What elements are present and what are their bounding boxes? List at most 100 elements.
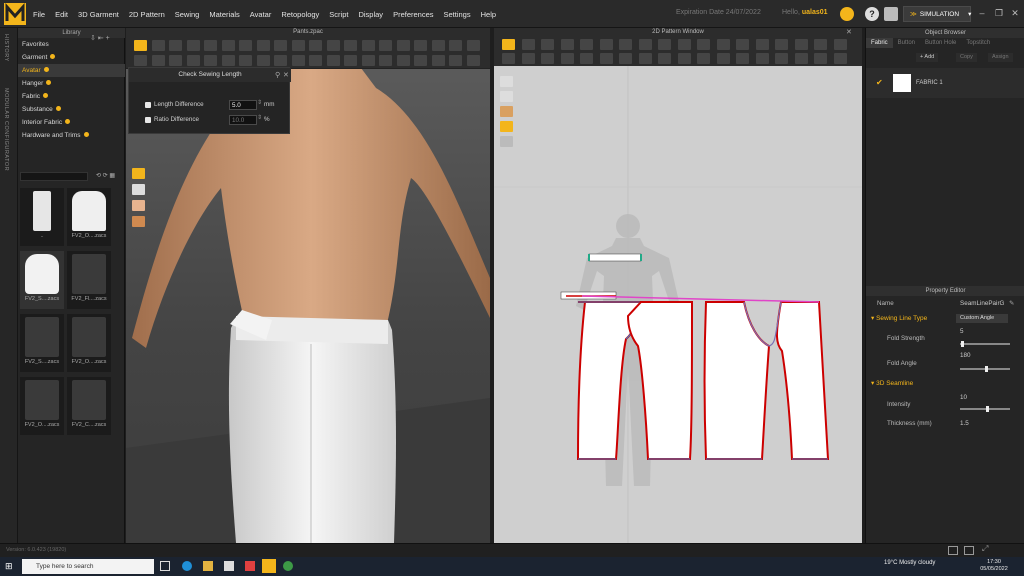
- toolbar-tool-icon[interactable]: [221, 40, 235, 51]
- library-thumbnail[interactable]: FV2_Fl....zacs: [67, 251, 111, 309]
- toolbar-tool-icon[interactable]: [414, 40, 427, 51]
- toolbar-tool-icon[interactable]: [541, 39, 554, 50]
- pattern-display-icon[interactable]: [500, 136, 513, 147]
- app-icon-2[interactable]: [245, 561, 255, 571]
- library-thumbnail[interactable]: FV2_O....zacs: [67, 188, 111, 246]
- ratio-stepper-icon[interactable]: ⇕: [257, 114, 262, 121]
- fold-strength-knob[interactable]: [961, 341, 964, 347]
- menu-item-settings[interactable]: Settings: [439, 10, 476, 19]
- library-thumbnail[interactable]: FV2_S....zacs: [20, 251, 64, 309]
- menu-item-2d-pattern[interactable]: 2D Pattern: [124, 10, 170, 19]
- menu-item-materials[interactable]: Materials: [204, 10, 244, 19]
- toolbar-tool-icon[interactable]: [677, 53, 691, 64]
- toolbar-tool-icon[interactable]: [169, 55, 182, 66]
- toolbar-tool-icon[interactable]: [239, 40, 252, 51]
- library-search-input[interactable]: [20, 172, 88, 181]
- toolbar-tool-icon[interactable]: [833, 53, 847, 64]
- clo-taskbar-icon[interactable]: [262, 559, 276, 573]
- toolbar-tool-icon[interactable]: [736, 53, 749, 64]
- seam-name-value[interactable]: SeamLinePairG: [960, 298, 1004, 310]
- toolbar-tool-icon[interactable]: [414, 55, 427, 66]
- toolbar-tool-icon[interactable]: [134, 55, 147, 66]
- library-thumbnail[interactable]: ..: [20, 188, 64, 246]
- pattern-window-2d[interactable]: 2D Pattern Window ✕: [494, 28, 862, 543]
- pattern-canvas[interactable]: [494, 66, 862, 543]
- toolbar-tool-icon[interactable]: [833, 39, 847, 50]
- toolbar-tool-icon[interactable]: [599, 53, 613, 64]
- toolbar-tool-icon[interactable]: [794, 39, 808, 50]
- simulation-button[interactable]: ≫ SIMULATION ▾: [903, 6, 971, 22]
- toolbar-tool-icon[interactable]: [449, 55, 462, 66]
- thickness-value[interactable]: 1.5: [960, 418, 969, 430]
- clo-logo-icon[interactable]: [4, 3, 26, 25]
- transform-pattern-icon[interactable]: [500, 91, 513, 102]
- library-item-favorites[interactable]: Favorites: [18, 38, 125, 51]
- menu-item-script[interactable]: Script: [324, 10, 353, 19]
- fold-angle-knob[interactable]: [985, 366, 988, 372]
- sewing-type-select[interactable]: Custom Angle: [956, 314, 1008, 323]
- library-item-hardware-and-trims[interactable]: Hardware and Trims: [18, 129, 125, 142]
- edit-icon[interactable]: ✎: [1009, 298, 1014, 310]
- toolbar-tool-icon[interactable]: [638, 53, 652, 64]
- fabric-display-icon[interactable]: [132, 216, 145, 227]
- layout-single-icon[interactable]: [948, 546, 958, 555]
- toolbar-tool-icon[interactable]: [755, 39, 769, 50]
- toolbar-tool-icon[interactable]: [204, 55, 217, 66]
- library-item-fabric[interactable]: Fabric: [18, 90, 125, 103]
- file-explorer-icon[interactable]: [203, 561, 213, 571]
- toolbar-tool-icon[interactable]: [466, 40, 480, 51]
- toolbar-tool-icon[interactable]: [274, 40, 287, 51]
- seamline-3d-section[interactable]: ▾ 3D Seamline: [866, 378, 1024, 390]
- tab-topstitch[interactable]: Topstitch: [961, 38, 995, 48]
- library-item-substance[interactable]: Substance: [18, 103, 125, 116]
- toolbar-tool-icon[interactable]: [186, 55, 200, 66]
- toolbar-tool-icon[interactable]: [716, 39, 730, 50]
- toolbar-tool-icon[interactable]: [326, 40, 340, 51]
- tab-button[interactable]: Button: [893, 38, 920, 48]
- menu-item-help[interactable]: Help: [476, 10, 501, 19]
- toolbar-tool-icon[interactable]: [502, 39, 515, 50]
- length-difference-checkbox[interactable]: [145, 102, 151, 108]
- library-thumbnail[interactable]: FV2_O....zacs: [20, 377, 64, 435]
- pattern-window-close-icon[interactable]: ✕: [846, 28, 852, 36]
- menu-item-preferences[interactable]: Preferences: [388, 10, 438, 19]
- toolbar-tool-icon[interactable]: [291, 55, 305, 66]
- toolbar-tool-icon[interactable]: [521, 39, 535, 50]
- toolbar-tool-icon[interactable]: [396, 55, 410, 66]
- add-fabric-button[interactable]: + Add: [916, 53, 939, 62]
- toolbar-tool-icon[interactable]: [204, 40, 217, 51]
- intensity-slider[interactable]: [960, 408, 1010, 410]
- library-item-hanger[interactable]: Hanger: [18, 77, 125, 90]
- toolbar-tool-icon[interactable]: [658, 53, 671, 64]
- toolbar-tool-icon[interactable]: [169, 40, 182, 51]
- copy-fabric-button[interactable]: Copy: [956, 53, 977, 62]
- tab-button-hole[interactable]: Button Hole: [920, 38, 961, 48]
- toolbar-tool-icon[interactable]: [619, 39, 632, 50]
- toolbar-tool-icon[interactable]: [716, 53, 730, 64]
- toolbar-tool-icon[interactable]: [580, 53, 593, 64]
- menu-item-file[interactable]: File: [28, 10, 50, 19]
- length-difference-input[interactable]: 5.0: [229, 100, 257, 110]
- ratio-difference-input[interactable]: 10.0: [229, 115, 257, 125]
- task-view-icon[interactable]: [160, 561, 170, 571]
- toolbar-tool-icon[interactable]: [697, 53, 710, 64]
- assign-fabric-button[interactable]: Assign: [988, 53, 1013, 62]
- menu-item-edit[interactable]: Edit: [50, 10, 73, 19]
- library-item-garment[interactable]: Garment: [18, 51, 125, 64]
- toolbar-tool-icon[interactable]: [449, 40, 462, 51]
- toolbar-tool-icon[interactable]: [466, 55, 480, 66]
- toolbar-tool-icon[interactable]: [580, 39, 593, 50]
- toolbar-tool-icon[interactable]: [239, 55, 252, 66]
- sewing-line-type-section[interactable]: ▾ Sewing Line Type Custom Angle: [866, 313, 1024, 325]
- toolbar-tool-icon[interactable]: [186, 40, 200, 51]
- toolbar-tool-icon[interactable]: [256, 40, 270, 51]
- fullscreen-icon[interactable]: ⤢: [982, 544, 988, 554]
- modular-configurator-tab[interactable]: MODULAR CONFIGURATOR: [3, 88, 9, 171]
- toolbar-tool-icon[interactable]: [326, 55, 340, 66]
- avatar-display-icon[interactable]: [132, 200, 145, 211]
- toolbar-tool-icon[interactable]: [697, 39, 710, 50]
- menu-item-avatar[interactable]: Avatar: [245, 10, 277, 19]
- library-view-icons[interactable]: ⟲ ⟳ ▦: [96, 172, 124, 181]
- toolbar-tool-icon[interactable]: [736, 39, 749, 50]
- toolbar-tool-icon[interactable]: [151, 40, 165, 51]
